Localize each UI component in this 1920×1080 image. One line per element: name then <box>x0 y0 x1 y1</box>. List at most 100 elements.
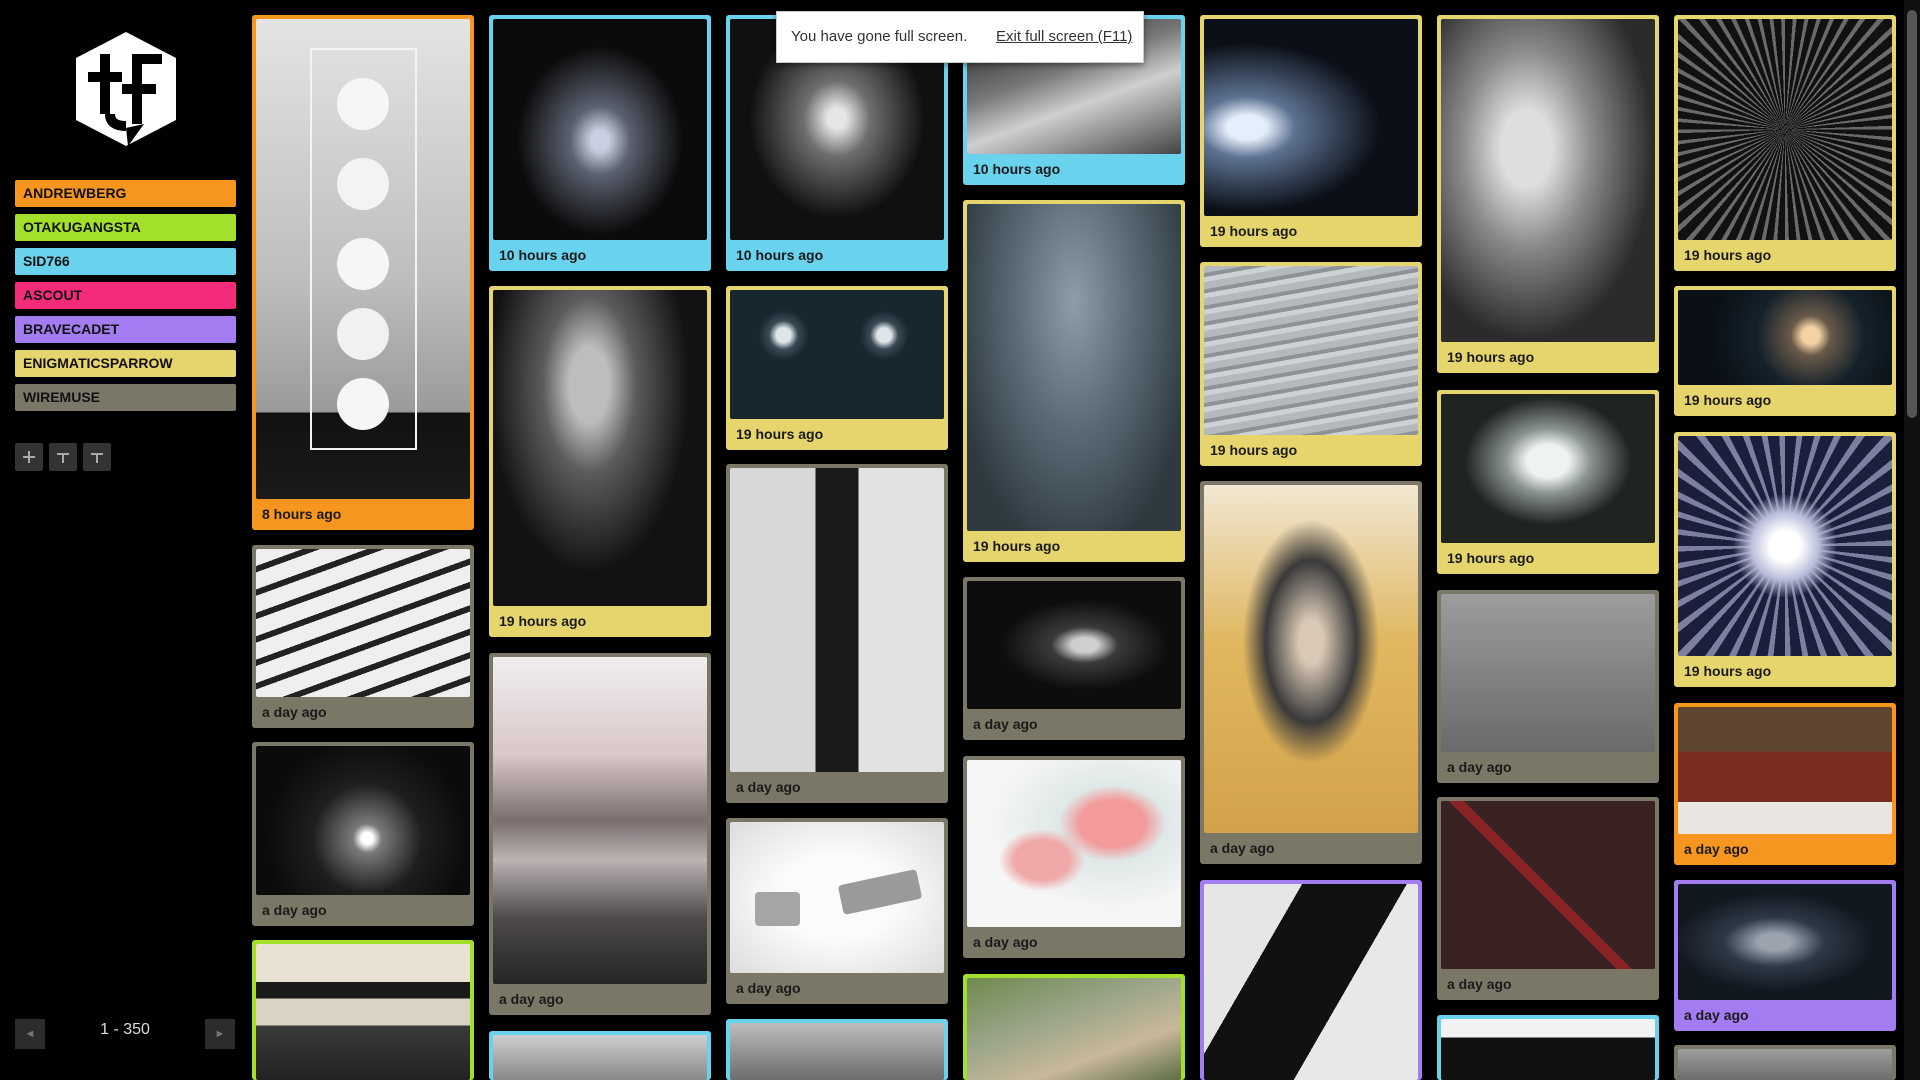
image-tile[interactable] <box>252 940 474 1080</box>
previous-page-button[interactable]: ◄ <box>15 1019 45 1049</box>
image-tile[interactable]: 19 hours ago <box>1674 432 1896 687</box>
image-tile[interactable]: 19 hours ago <box>1437 390 1659 574</box>
tile-timestamp: 19 hours ago <box>1684 392 1772 408</box>
tile-timestamp: a day ago <box>736 980 801 996</box>
tile-image <box>1678 884 1892 1000</box>
tile-image <box>256 549 470 697</box>
image-tile[interactable] <box>963 974 1185 1080</box>
user-filter-wiremuse[interactable]: WIREMUSE <box>15 384 236 411</box>
image-tile[interactable]: a day ago <box>489 653 711 1015</box>
tile-timestamp: a day ago <box>499 991 564 1007</box>
user-filter-bravecadet[interactable]: BRAVECADET <box>15 316 236 343</box>
tile-timestamp: 19 hours ago <box>1447 349 1535 365</box>
fullscreen-notice-text: You have gone full screen. <box>791 28 968 45</box>
tile-timestamp: 19 hours ago <box>499 613 587 629</box>
tile-timestamp: 19 hours ago <box>736 426 824 442</box>
image-tile[interactable] <box>1437 1015 1659 1080</box>
user-filter-andrewberg[interactable]: ANDREWBERG <box>15 180 236 207</box>
user-filter-otakugangsta[interactable]: OTAKUGANGSTA <box>15 214 236 241</box>
plus-icon[interactable] <box>15 443 43 471</box>
image-tile[interactable]: 19 hours ago <box>726 286 948 450</box>
tile-image <box>967 760 1181 927</box>
tile-image <box>1204 19 1418 216</box>
tile-timestamp: 19 hours ago <box>1210 442 1298 458</box>
image-tile[interactable]: a day ago <box>726 464 948 803</box>
tile-image <box>1204 266 1418 435</box>
tile-timestamp: 19 hours ago <box>1210 223 1298 239</box>
image-tile[interactable]: a day ago <box>252 545 474 728</box>
tile-timestamp: 19 hours ago <box>1684 663 1772 679</box>
user-filter-ascout[interactable]: ASCOUT <box>15 282 236 309</box>
tile-image <box>1204 884 1418 1080</box>
image-tile[interactable]: 19 hours ago <box>1200 15 1422 247</box>
image-tile[interactable]: a day ago <box>1674 703 1896 865</box>
image-tile[interactable]: 19 hours ago <box>963 200 1185 562</box>
filter-icon[interactable] <box>83 443 111 471</box>
tile-timestamp: a day ago <box>1210 840 1275 856</box>
tile-image <box>730 822 944 973</box>
image-tile[interactable]: 19 hours ago <box>1437 15 1659 373</box>
tile-timestamp: 10 hours ago <box>736 247 824 263</box>
tile-image <box>967 581 1181 709</box>
image-tile[interactable]: a day ago <box>963 577 1185 740</box>
tile-timestamp: 8 hours ago <box>262 506 342 522</box>
tile-timestamp: a day ago <box>973 934 1038 950</box>
image-tile[interactable] <box>726 1019 948 1080</box>
image-tile[interactable] <box>489 1031 711 1080</box>
sidebar: ANDREWBERG OTAKUGANGSTA SID766 ASCOUT BR… <box>0 0 250 1080</box>
image-tile[interactable]: 19 hours ago <box>1200 262 1422 466</box>
tile-timestamp: a day ago <box>1684 841 1749 857</box>
tile-image <box>730 1023 944 1080</box>
next-page-button[interactable]: ► <box>205 1019 235 1049</box>
tile-image <box>493 657 707 984</box>
tile-image <box>967 204 1181 531</box>
image-tile[interactable]: a day ago <box>252 742 474 926</box>
tile-image <box>1441 1019 1655 1080</box>
image-tile[interactable]: 8 hours ago <box>252 15 474 530</box>
image-tile[interactable]: 19 hours ago <box>1674 15 1896 271</box>
tile-image <box>1441 394 1655 543</box>
filter-icon[interactable] <box>49 443 77 471</box>
tile-timestamp: 19 hours ago <box>1447 550 1535 566</box>
image-tile[interactable]: a day ago <box>1674 880 1896 1031</box>
tile-image <box>1678 19 1892 240</box>
tile-image <box>730 290 944 419</box>
fullscreen-notice: You have gone full screen. Exit full scr… <box>776 11 1144 63</box>
tile-timestamp: 10 hours ago <box>973 161 1061 177</box>
tile-timestamp: a day ago <box>262 704 327 720</box>
scrollbar-thumb[interactable] <box>1907 10 1917 418</box>
tile-image <box>1678 707 1892 834</box>
tile-image <box>493 1035 707 1080</box>
tile-timestamp: a day ago <box>1447 759 1512 775</box>
tile-image <box>256 19 470 499</box>
image-tile[interactable]: a day ago <box>1200 481 1422 864</box>
tile-image <box>493 19 707 240</box>
tile-image <box>1678 1049 1892 1080</box>
tile-image <box>967 978 1181 1080</box>
scrollbar[interactable] <box>1904 0 1920 1080</box>
image-tile[interactable]: a day ago <box>963 756 1185 958</box>
tile-image <box>1441 801 1655 969</box>
user-filter-enigmaticsparrow[interactable]: ENIGMATICSPARROW <box>15 350 236 377</box>
tile-image <box>493 290 707 606</box>
image-tile[interactable] <box>1200 880 1422 1080</box>
tf-logo-icon[interactable] <box>70 28 182 150</box>
tile-timestamp: 10 hours ago <box>499 247 587 263</box>
user-filter-sid766[interactable]: SID766 <box>15 248 236 275</box>
image-tile[interactable] <box>1674 1045 1896 1080</box>
tile-image <box>1678 436 1892 656</box>
tile-timestamp: 19 hours ago <box>1684 247 1772 263</box>
tile-image <box>256 746 470 895</box>
image-tile[interactable]: 10 hours ago <box>489 15 711 271</box>
image-tile[interactable]: a day ago <box>726 818 948 1004</box>
tile-timestamp: a day ago <box>736 779 801 795</box>
image-tile[interactable]: 19 hours ago <box>1674 286 1896 416</box>
tile-image <box>1678 290 1892 385</box>
tile-image <box>1441 594 1655 752</box>
exit-fullscreen-link[interactable]: Exit full screen (F11) <box>996 12 1132 62</box>
tile-timestamp: a day ago <box>1447 976 1512 992</box>
image-tile[interactable]: a day ago <box>1437 797 1659 1000</box>
image-tile[interactable]: 19 hours ago <box>489 286 711 637</box>
image-tile[interactable]: a day ago <box>1437 590 1659 783</box>
tile-timestamp: a day ago <box>262 902 327 918</box>
